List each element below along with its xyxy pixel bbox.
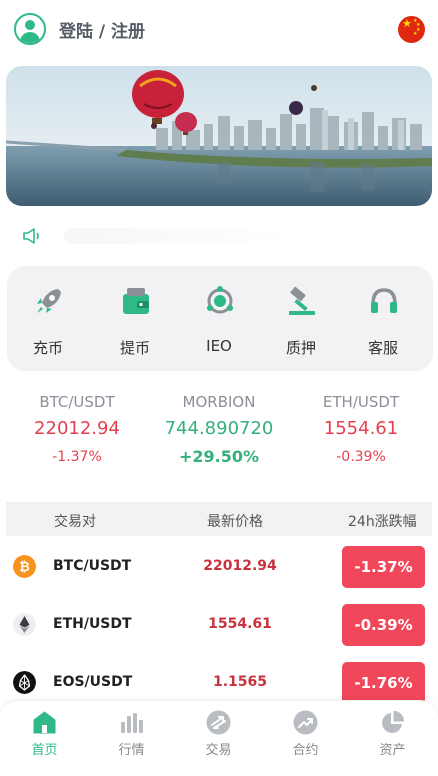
pie-chart-icon xyxy=(382,710,405,733)
quick-label: IEO xyxy=(206,337,232,355)
market-tickers: BTC/USDT 22012.94 -1.37% MORBION 744.890… xyxy=(0,390,438,480)
row-change-badge[interactable]: -1.37% xyxy=(342,546,425,588)
row-pair: EOS/USDT xyxy=(53,674,133,690)
quick-withdraw[interactable]: 提币 xyxy=(95,266,175,371)
column-header-pair: 交易对 xyxy=(54,514,96,530)
row-pair: BTC/USDT xyxy=(53,558,132,574)
rocket-icon xyxy=(37,289,61,313)
row-pair: ETH/USDT xyxy=(53,616,132,632)
table-row[interactable]: ETH/USDT 1554.61 -0.39% xyxy=(0,596,438,654)
tab-label: 合约 xyxy=(292,743,319,758)
speaker-icon xyxy=(23,228,39,244)
row-price: 1.1565 xyxy=(212,674,268,690)
promo-banner[interactable] xyxy=(6,66,432,206)
announcement-bar[interactable] xyxy=(0,218,438,254)
row-price: 1554.61 xyxy=(208,616,272,632)
city-skyline-image xyxy=(6,66,432,206)
table-row[interactable]: ₿ BTC/USDT 22012.94 -1.37% xyxy=(0,538,438,596)
home-icon xyxy=(33,711,56,734)
quick-ieo[interactable]: IEO xyxy=(179,266,259,371)
ticker-eth[interactable]: ETH/USDT 1554.61 -0.39% xyxy=(288,390,434,470)
ieo-icon xyxy=(207,286,233,314)
quick-deposit[interactable]: 充币 xyxy=(8,266,88,371)
wallet-icon xyxy=(123,288,149,314)
row-change-badge[interactable]: -1.76% xyxy=(342,662,425,704)
column-header-change: 24h涨跌幅 xyxy=(348,514,417,530)
quick-menu: 充币 提币 IEO 质押 客服 xyxy=(7,266,433,371)
ticker-name: ETH/USDT xyxy=(322,393,400,411)
login-register-link[interactable]: 登陆 / 注册 xyxy=(59,17,145,42)
tab-contract[interactable]: 合约 xyxy=(262,701,349,776)
bottom-tab-bar: 首页 行情 交易 合约 资产 xyxy=(0,700,438,776)
quick-label: 提币 xyxy=(119,339,150,357)
ticker-btc[interactable]: BTC/USDT 22012.94 -1.37% xyxy=(4,390,150,470)
ticker-name: BTC/USDT xyxy=(39,393,115,411)
ticker-price: 744.890720 xyxy=(164,418,274,439)
ticker-change: +29.50% xyxy=(178,447,260,466)
trend-icon xyxy=(293,710,318,735)
tab-label: 资产 xyxy=(379,743,406,758)
tab-market[interactable]: 行情 xyxy=(88,701,175,776)
tab-label: 交易 xyxy=(205,743,232,758)
column-header-price: 最新价格 xyxy=(207,514,263,530)
market-table-header: 交易对 最新价格 24h涨跌幅 xyxy=(6,502,432,536)
ethereum-icon xyxy=(13,613,36,636)
headset-icon xyxy=(371,288,397,313)
quick-label: 客服 xyxy=(367,339,398,357)
quick-support[interactable]: 客服 xyxy=(343,266,423,371)
ticker-price: 22012.94 xyxy=(34,418,120,439)
header: 登陆 / 注册 ★ ★ ★ ★ ★ xyxy=(0,0,438,60)
svg-text:₿: ₿ xyxy=(19,560,30,575)
quick-label: 质押 xyxy=(285,339,316,357)
ticker-change: -0.39% xyxy=(336,449,386,465)
exchange-icon xyxy=(206,710,231,735)
announcement-text xyxy=(64,228,294,244)
tab-assets[interactable]: 资产 xyxy=(349,701,436,776)
quick-label: 充币 xyxy=(32,339,63,357)
eos-icon xyxy=(13,671,36,694)
ticker-morbion[interactable]: MORBION 744.890720 +29.50% xyxy=(146,390,292,470)
china-flag-icon[interactable]: ★ ★ ★ ★ ★ xyxy=(398,16,425,43)
quick-pledge[interactable]: 质押 xyxy=(261,266,341,371)
tab-label: 首页 xyxy=(31,743,58,758)
tab-label: 行情 xyxy=(118,743,145,758)
tab-trade[interactable]: 交易 xyxy=(175,701,262,776)
bitcoin-icon: ₿ xyxy=(13,555,36,578)
row-price: 22012.94 xyxy=(203,558,277,574)
tab-home[interactable]: 首页 xyxy=(1,701,88,776)
row-change-badge[interactable]: -0.39% xyxy=(342,604,425,646)
ticker-name: MORBION xyxy=(182,393,256,411)
user-avatar-icon[interactable] xyxy=(14,13,46,45)
ticker-change: -1.37% xyxy=(52,449,102,465)
bar-chart-icon xyxy=(121,713,143,733)
ticker-price: 1554.61 xyxy=(323,418,399,439)
gavel-icon xyxy=(289,286,315,315)
